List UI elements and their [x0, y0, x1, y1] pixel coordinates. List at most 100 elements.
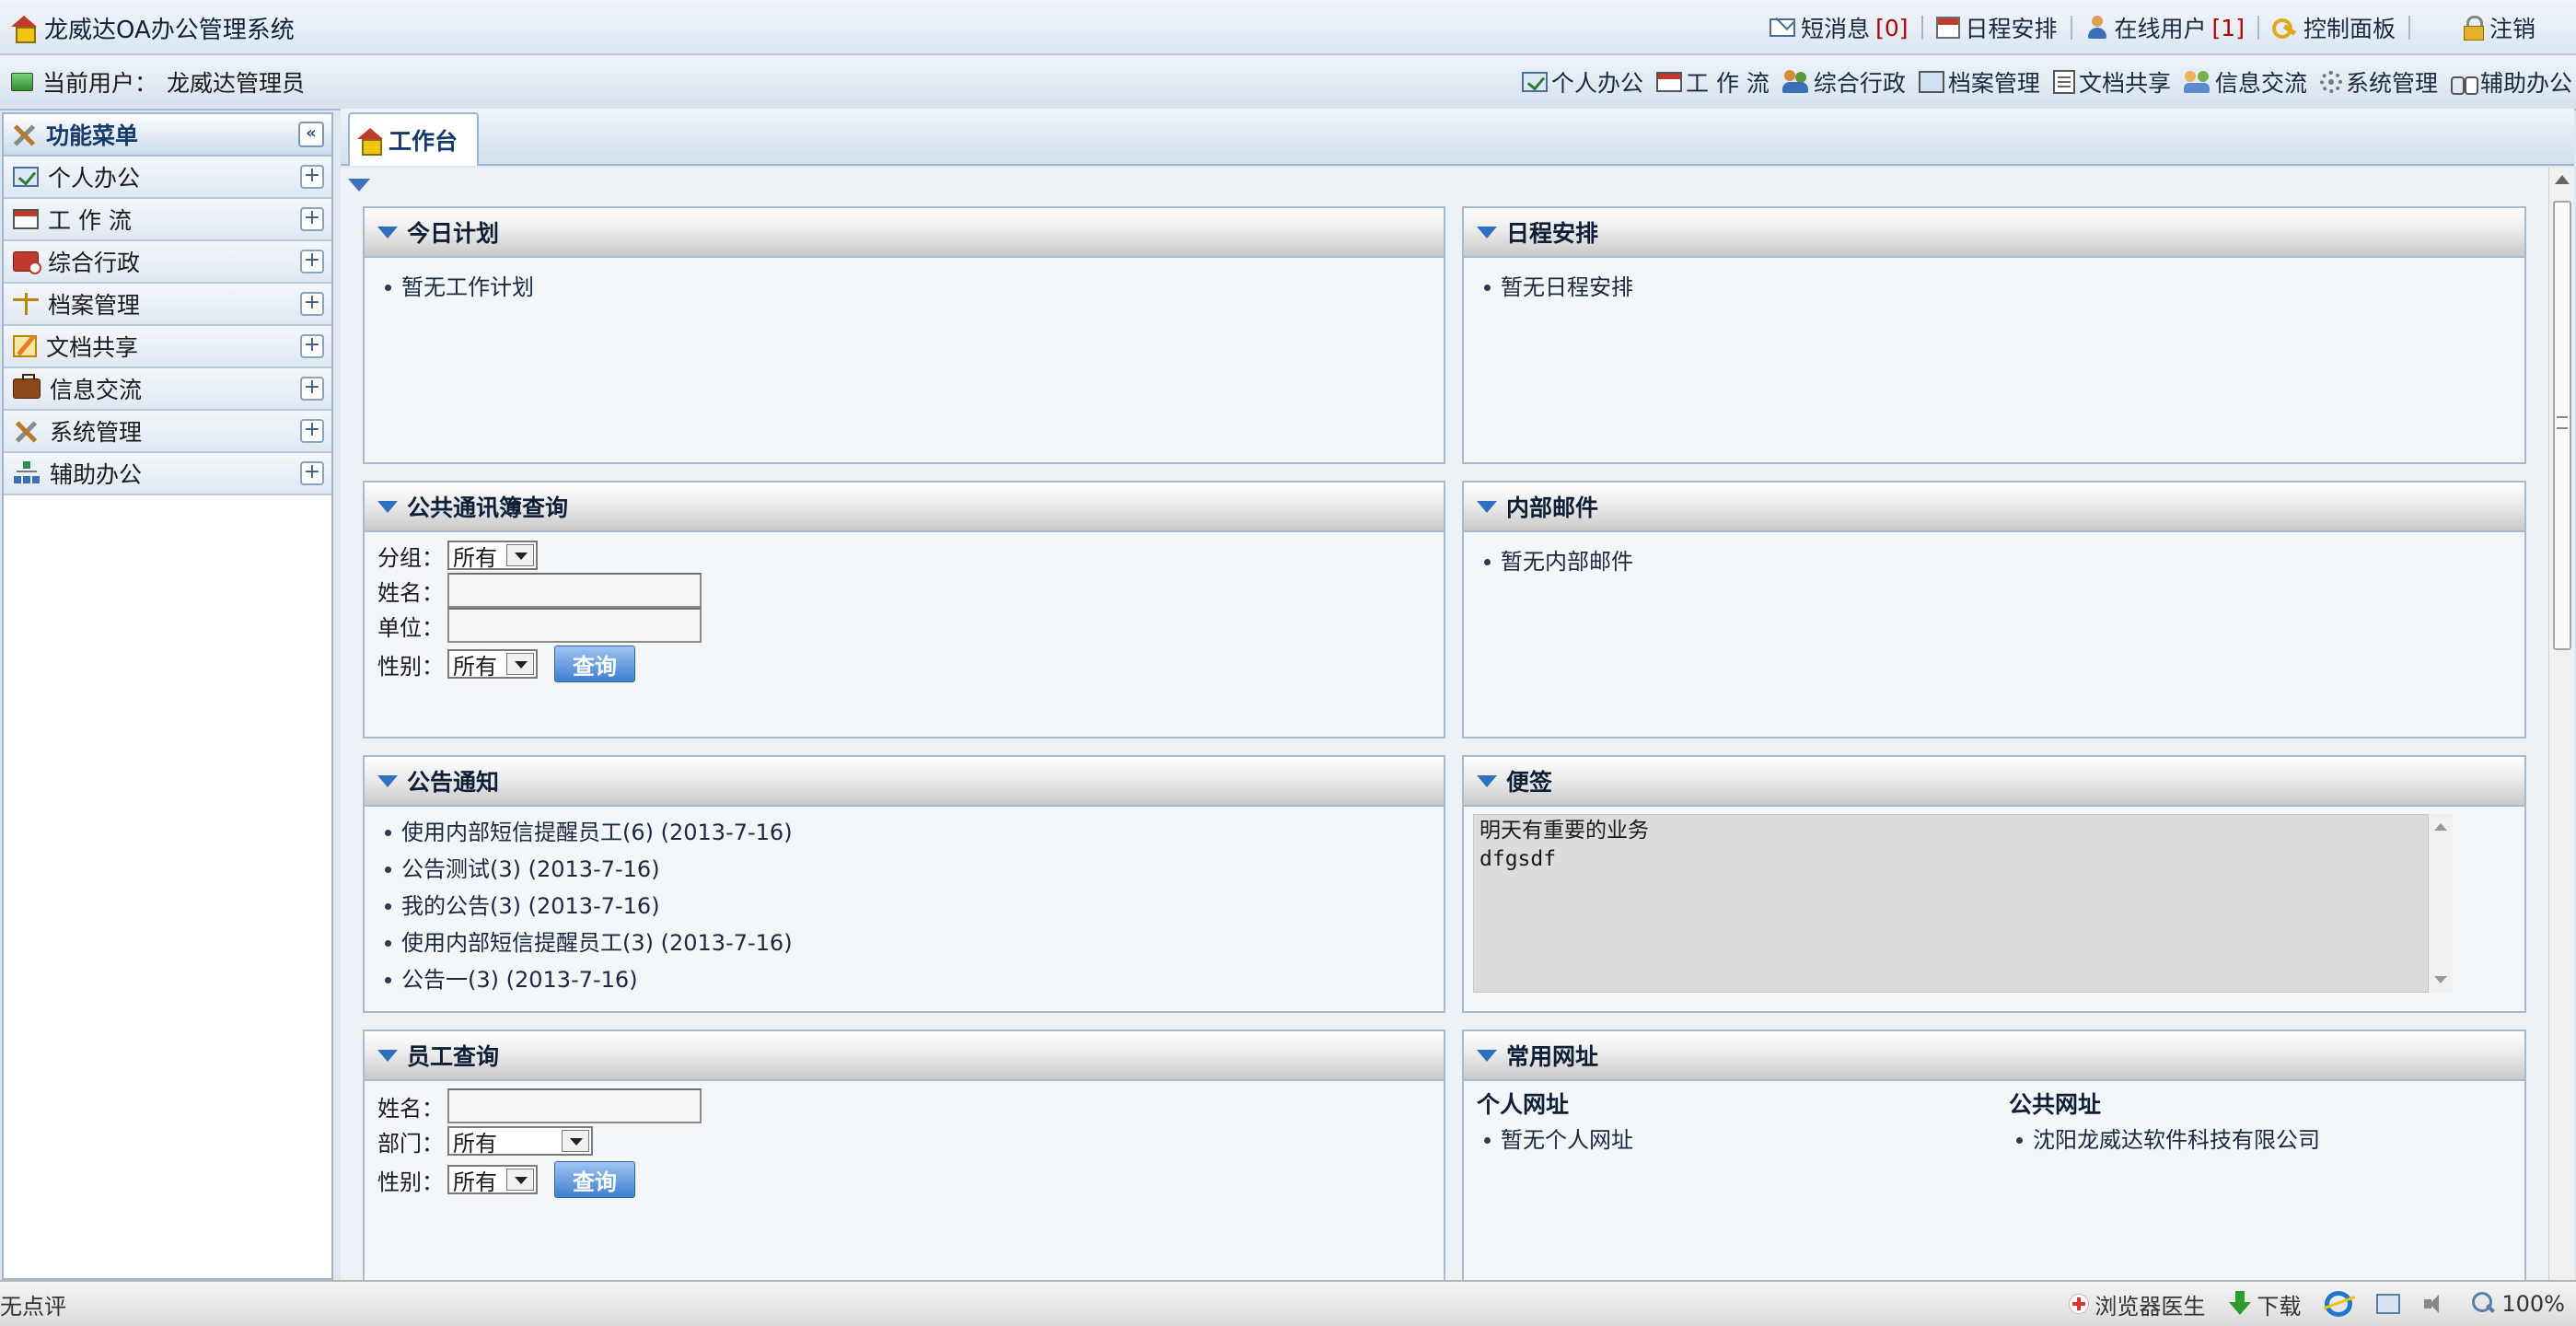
- dept-select[interactable]: 所有: [447, 1126, 593, 1157]
- gender-label: 性别：: [377, 1169, 444, 1195]
- expand-icon[interactable]: +: [300, 165, 324, 189]
- panel-body: 暂无内部邮件: [1464, 532, 2524, 591]
- sidebar-item-system-admin[interactable]: 系统管理 +: [4, 411, 331, 453]
- notice-link[interactable]: 使用内部短信提醒员工(6) (2013-7-16): [377, 814, 1431, 851]
- panel-urls: 常用网址 个人网址 暂无个人网址 公共网址 沈阳龙威达软件科技有限公司: [1462, 1029, 2526, 1287]
- zoom-control[interactable]: 100%: [2472, 1291, 2565, 1317]
- url-link[interactable]: 沈阳龙威达软件科技有限公司: [2009, 1122, 2320, 1158]
- gender-select[interactable]: 所有: [447, 649, 538, 680]
- employee-name-input[interactable]: [447, 1088, 702, 1123]
- pencil-icon: [13, 335, 37, 357]
- nav-workflow[interactable]: 工 作 流: [1656, 65, 1770, 99]
- chevron-down-icon: [562, 1130, 589, 1152]
- zoom-level: 100%: [2501, 1291, 2565, 1317]
- expand-icon[interactable]: +: [300, 461, 324, 485]
- triangle-down-icon[interactable]: [1477, 774, 1497, 787]
- employee-query-button[interactable]: 查询: [554, 1161, 635, 1198]
- messages-link[interactable]: 短消息 [0]: [1757, 11, 1920, 44]
- nav-label: 辅助办公: [2479, 70, 2572, 97]
- sidebar-item-administration[interactable]: 综合行政 +: [4, 241, 331, 284]
- checkbox-icon: [1521, 72, 1548, 92]
- nav-info-exchange[interactable]: 信息交流: [2183, 65, 2307, 99]
- sidebar-item-info-exchange[interactable]: 信息交流 +: [4, 368, 331, 411]
- user-icon: [2085, 16, 2109, 40]
- gender-select-value: 所有: [453, 1169, 497, 1195]
- top-bar: 龙威达OA办公管理系统 短消息 [0] 日程安排 在线用户 [1] 控制面板 注…: [0, 0, 2576, 55]
- nav-administration[interactable]: 综合行政: [1781, 65, 1906, 99]
- nav-archives[interactable]: 档案管理: [1918, 65, 2040, 99]
- panel-body: 分组： 所有 姓名： 单位： 性别： 所有 查询: [365, 532, 1444, 696]
- triangle-down-icon[interactable]: [1477, 226, 1497, 238]
- download-button[interactable]: 下载: [2229, 1288, 2301, 1320]
- panel-body: 个人网址 暂无个人网址 公共网址 沈阳龙威达软件科技有限公司: [1464, 1081, 2524, 1169]
- notice-link[interactable]: 公告一(3) (2013-7-16): [377, 961, 1431, 998]
- binoculars-icon: [2450, 71, 2477, 95]
- expand-icon[interactable]: +: [300, 377, 324, 401]
- gender-select[interactable]: 所有: [447, 1165, 538, 1195]
- sidebar-item-personal-office[interactable]: 个人办公 +: [4, 157, 331, 199]
- expand-icon[interactable]: +: [300, 207, 324, 231]
- sidebar-item-archives[interactable]: 档案管理 +: [4, 284, 331, 326]
- panel-header: 今日计划: [365, 208, 1444, 258]
- panel-memo: 便签 明天有重要的业务 dfgsdf: [1462, 755, 2526, 1013]
- sidebar-item-assist-office[interactable]: 辅助办公 +: [4, 453, 331, 495]
- memo-scrollbar[interactable]: [2429, 814, 2453, 993]
- current-user: 当前用户： 龙威达管理员: [11, 55, 305, 109]
- group-select[interactable]: 所有: [447, 541, 538, 571]
- sidebar-item-label: 系统管理: [50, 419, 143, 446]
- name-label: 姓名：: [377, 1095, 444, 1122]
- nav-personal-office[interactable]: 个人办公: [1521, 65, 1643, 99]
- sidebar-item-workflow[interactable]: 工 作 流 +: [4, 199, 331, 241]
- browser-doctor-button[interactable]: 浏览器医生: [2069, 1288, 2205, 1320]
- notice-link[interactable]: 公告测试(3) (2013-7-16): [377, 851, 1431, 888]
- sidebar-header: 功能菜单 «: [4, 114, 331, 157]
- unit-input[interactable]: [447, 608, 702, 643]
- logout-link[interactable]: 注销: [2410, 11, 2548, 44]
- dept-select-value: 所有: [453, 1130, 497, 1157]
- expand-icon[interactable]: +: [300, 250, 324, 273]
- ie-logo-icon[interactable]: [2325, 1291, 2353, 1317]
- list-item: 暂无内部邮件: [1477, 543, 2512, 580]
- sidebar-item-label: 个人办公: [48, 165, 141, 192]
- control-panel-link[interactable]: 控制面板: [2259, 11, 2408, 44]
- expand-icon[interactable]: +: [300, 292, 324, 316]
- window-icon[interactable]: [2376, 1294, 2401, 1314]
- memo-textarea[interactable]: 明天有重要的业务 dfgsdf: [1473, 814, 2429, 993]
- triangle-down-icon[interactable]: [377, 500, 398, 513]
- online-users-link[interactable]: 在线用户 [1]: [2072, 11, 2257, 44]
- schedule-link[interactable]: 日程安排: [1923, 11, 2071, 44]
- tab-workbench[interactable]: 工作台: [348, 112, 479, 166]
- panel-header: 便签: [1464, 757, 2524, 807]
- user-status-icon: [11, 73, 33, 91]
- expand-icon[interactable]: +: [300, 419, 324, 443]
- notice-link[interactable]: 我的公告(3) (2013-7-16): [377, 888, 1431, 925]
- sidebar-item-document-share[interactable]: 文档共享 +: [4, 326, 331, 368]
- scroll-up-icon[interactable]: [2555, 175, 2570, 184]
- scroll-up-icon[interactable]: [2434, 823, 2447, 831]
- workflow-icon: [13, 209, 39, 229]
- panel-header: 公共通讯簿查询: [365, 483, 1444, 532]
- sidebar: 功能菜单 « 个人办公 + 工 作 流 + 综合行政 + 档案管理 + 文档共享…: [2, 112, 333, 1280]
- form-row-name: 姓名：: [377, 1088, 1431, 1123]
- collapse-arrow-icon[interactable]: [348, 179, 370, 192]
- address-query-button[interactable]: 查询: [554, 646, 635, 682]
- nav-system-admin[interactable]: 系统管理: [2319, 65, 2438, 99]
- panel-header: 内部邮件: [1464, 483, 2524, 532]
- main-scrollbar[interactable]: [2548, 168, 2574, 1280]
- name-input[interactable]: [447, 573, 702, 608]
- scroll-down-icon[interactable]: [2434, 976, 2447, 983]
- nav-assist-office[interactable]: 辅助办公: [2450, 65, 2572, 99]
- notice-link[interactable]: 使用内部短信提醒员工(3) (2013-7-16): [377, 925, 1431, 961]
- panel-internal-mail: 内部邮件 暂无内部邮件: [1462, 481, 2526, 739]
- red-cross-icon: [2069, 1294, 2090, 1314]
- triangle-down-icon[interactable]: [377, 226, 398, 238]
- nav-document-share[interactable]: 文档共享: [2052, 65, 2171, 99]
- triangle-down-icon[interactable]: [1477, 500, 1497, 513]
- triangle-down-icon[interactable]: [377, 774, 398, 787]
- collapse-sidebar-button[interactable]: «: [298, 122, 324, 147]
- triangle-down-icon[interactable]: [377, 1049, 398, 1062]
- speaker-icon[interactable]: [2424, 1293, 2448, 1315]
- expand-icon[interactable]: +: [300, 334, 324, 358]
- triangle-down-icon[interactable]: [1477, 1049, 1497, 1062]
- list-item: 暂无日程安排: [1477, 269, 2512, 306]
